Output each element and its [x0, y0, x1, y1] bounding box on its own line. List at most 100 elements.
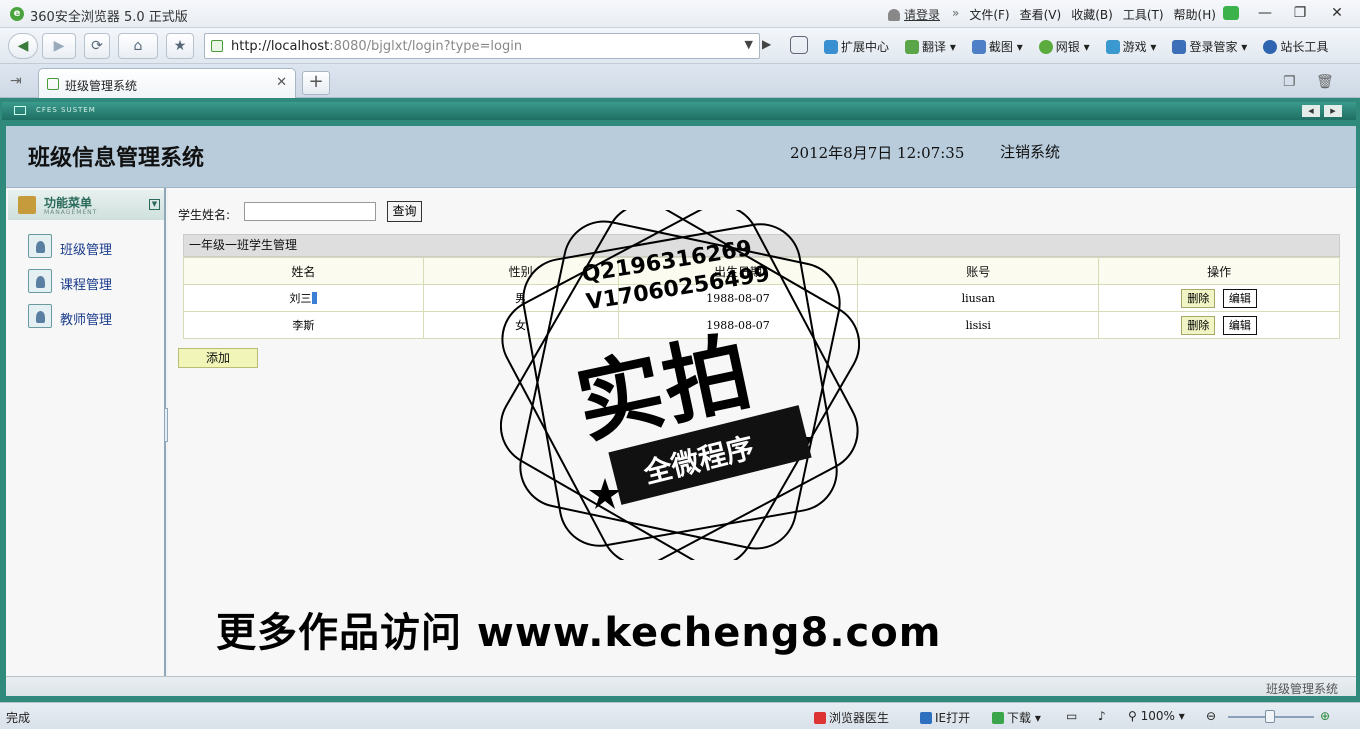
collapse-icon[interactable]: ▼ — [149, 199, 160, 210]
window-switch-icon[interactable]: ❐ — [1283, 74, 1296, 90]
tab-class-system[interactable]: 班级管理系统 ✕ — [38, 68, 296, 98]
minimize-button[interactable]: — — [1248, 2, 1282, 24]
status-bar: 完成 浏览器医生 IE打开 下载 ▾ ▭ ♪ ⚲ 100% ▾ ⊖ ⊕ — [0, 702, 1360, 729]
cfes-label: CFES SUSTEM — [36, 106, 96, 114]
ie-open[interactable]: IE打开 — [920, 709, 970, 726]
menu-tools[interactable]: 工具(T) — [1123, 6, 1164, 23]
zoom-in-icon[interactable]: ⊕ — [1320, 709, 1330, 723]
add-button[interactable]: 添加 — [178, 348, 258, 368]
cell-gender: 女 — [422, 311, 619, 339]
trash-icon[interactable]: 🗑 — [1316, 74, 1334, 90]
back-button[interactable]: ◀ — [8, 33, 38, 59]
go-button[interactable]: ▶ — [762, 37, 771, 51]
app-footer: 班级管理系统 — [6, 676, 1356, 696]
bank-icon — [1038, 40, 1053, 54]
home-icon: ⌂ — [133, 38, 143, 54]
chevron-down-icon[interactable]: ▼ — [745, 38, 753, 51]
edit-button[interactable]: 编辑 — [1222, 315, 1257, 335]
menu-file[interactable]: 文件(F) — [969, 6, 1009, 23]
refresh-button[interactable]: ⟳ — [84, 33, 110, 59]
cell-name-text: 刘三 — [289, 292, 312, 305]
edit-button[interactable]: 编辑 — [1222, 288, 1257, 308]
toolbar-webmaster[interactable]: 站长工具 — [1263, 38, 1328, 55]
app-content: 班级信息管理系统 2012年8月7日 12:07:35 注销系统 功能菜单 MA… — [6, 126, 1356, 696]
toolbar-webmaster-label: 站长工具 — [1280, 40, 1329, 54]
menu-favorites[interactable]: 收藏(B) — [1071, 6, 1113, 23]
new-tab-button[interactable]: + — [302, 71, 330, 95]
toolbar-screenshot[interactable]: 截图 ▾ — [971, 38, 1023, 55]
col-birth: 出生日期 — [617, 257, 859, 285]
search-button[interactable]: 查询 — [387, 201, 422, 222]
toolbar-translate[interactable]: 翻译 ▾ — [905, 38, 956, 55]
tab-close-icon[interactable]: ✕ — [276, 75, 287, 90]
sidebar-toggle-icon[interactable]: ⇥ — [10, 73, 22, 89]
search-label: 学生姓名: — [178, 208, 231, 222]
home-button[interactable]: ⌂ — [118, 33, 158, 59]
main-panel: 学生姓名: 查询 一年级一班学生管理 姓名 性别 出生日期 账号 操作 刘三 男… — [168, 188, 1356, 676]
zoom-value: 100% — [1140, 709, 1175, 723]
toolbar-bank-label: 网银 — [1055, 40, 1080, 54]
page-icon — [211, 40, 223, 52]
nav-item-label: 班级管理 — [60, 243, 113, 258]
toolbar-login-manager[interactable]: 登录管家 ▾ — [1172, 38, 1247, 55]
zoom-out-icon[interactable]: ⊖ — [1206, 709, 1216, 723]
download-icon — [992, 712, 1004, 724]
cell-name: 李斯 — [183, 311, 424, 339]
key-icon — [1172, 40, 1187, 54]
address-bar[interactable]: http://localhost:8080/bjglxt/login?type=… — [204, 33, 760, 59]
tab-bar: ⇥ 班级管理系统 ✕ + ❐ 🗑 — [0, 64, 1360, 98]
nav-item-teacher[interactable]: 教师管理 — [26, 304, 156, 330]
cell-gender: 男 — [422, 284, 619, 312]
toolbar-bank[interactable]: 网银 ▾ — [1038, 38, 1090, 55]
page-frame: CFES SUSTEM ◀ ▶ 班级信息管理系统 2012年8月7日 12:07… — [0, 98, 1360, 702]
user-card-icon — [28, 304, 52, 328]
cell-account: liusan — [857, 284, 1100, 312]
browser-title: 360安全浏览器 5.0 正式版 — [30, 10, 188, 25]
menu-help[interactable]: 帮助(H) — [1174, 6, 1216, 23]
col-name: 姓名 — [183, 257, 424, 285]
delete-button[interactable]: 删除 — [1181, 288, 1216, 308]
speaker-icon[interactable]: ♪ — [1098, 709, 1106, 723]
cfes-bar: CFES SUSTEM ◀ ▶ — [2, 102, 1356, 120]
zoom-control[interactable]: ⚲ 100% ▾ — [1128, 709, 1185, 723]
translate-icon — [905, 40, 920, 54]
zoom-slider-thumb[interactable] — [1265, 710, 1275, 723]
toolbar-extensions[interactable]: 扩展中心 — [824, 38, 889, 55]
favorite-button[interactable]: ★ — [166, 33, 194, 59]
table-header-row: 姓名 性别 出生日期 账号 操作 — [183, 257, 1340, 285]
window-icon[interactable]: ▭ — [1066, 709, 1077, 723]
ie-icon — [920, 712, 932, 724]
toolbar-games[interactable]: 游戏 ▾ — [1105, 38, 1156, 55]
download[interactable]: 下载 ▾ — [992, 709, 1041, 726]
menu-view[interactable]: 查看(V) — [1020, 6, 1062, 23]
login-link[interactable]: 请登录 — [888, 6, 940, 23]
col-gender: 性别 — [422, 257, 619, 285]
tab-label: 班级管理系统 — [65, 79, 138, 93]
student-name-input[interactable] — [244, 202, 376, 221]
browser-logo-icon: e — [10, 7, 24, 21]
status-text: 完成 — [6, 711, 31, 725]
cell-birth: 1988-08-07 — [617, 284, 859, 312]
logout-link[interactable]: 注销系统 — [1000, 141, 1060, 162]
scroll-left-icon[interactable]: ◀ — [1302, 105, 1320, 117]
scroll-right-icon[interactable]: ▶ — [1324, 105, 1342, 117]
skin-shirt-icon[interactable] — [1223, 6, 1239, 20]
cell-account: lisisi — [857, 311, 1100, 339]
shield-icon[interactable] — [790, 36, 808, 54]
forward-button[interactable]: ▶ — [42, 33, 76, 59]
nav-item-course[interactable]: 课程管理 — [26, 269, 156, 295]
delete-button[interactable]: 删除 — [1181, 315, 1216, 335]
restore-button[interactable]: ❐ — [1283, 2, 1317, 24]
nav-item-class[interactable]: 班级管理 — [26, 234, 156, 260]
menu-header: 功能菜单 MANAGEMENT ▼ — [8, 190, 164, 220]
table-row: 刘三 男 1988-08-07 liusan 删除 编辑 — [183, 284, 1340, 312]
close-window-button[interactable]: ✕ — [1320, 2, 1354, 24]
cell-birth: 1988-08-07 — [617, 311, 859, 339]
browser-doctor[interactable]: 浏览器医生 — [814, 709, 889, 726]
page-title: 班级信息管理系统 — [28, 145, 205, 171]
table-row: 李斯 女 1988-08-07 lisisi 删除 编辑 — [183, 311, 1340, 339]
nav-item-label: 课程管理 — [60, 278, 113, 293]
monitor-icon — [14, 106, 26, 115]
cell-actions: 删除 编辑 — [1098, 284, 1340, 312]
login-label: 请登录 — [904, 8, 941, 22]
